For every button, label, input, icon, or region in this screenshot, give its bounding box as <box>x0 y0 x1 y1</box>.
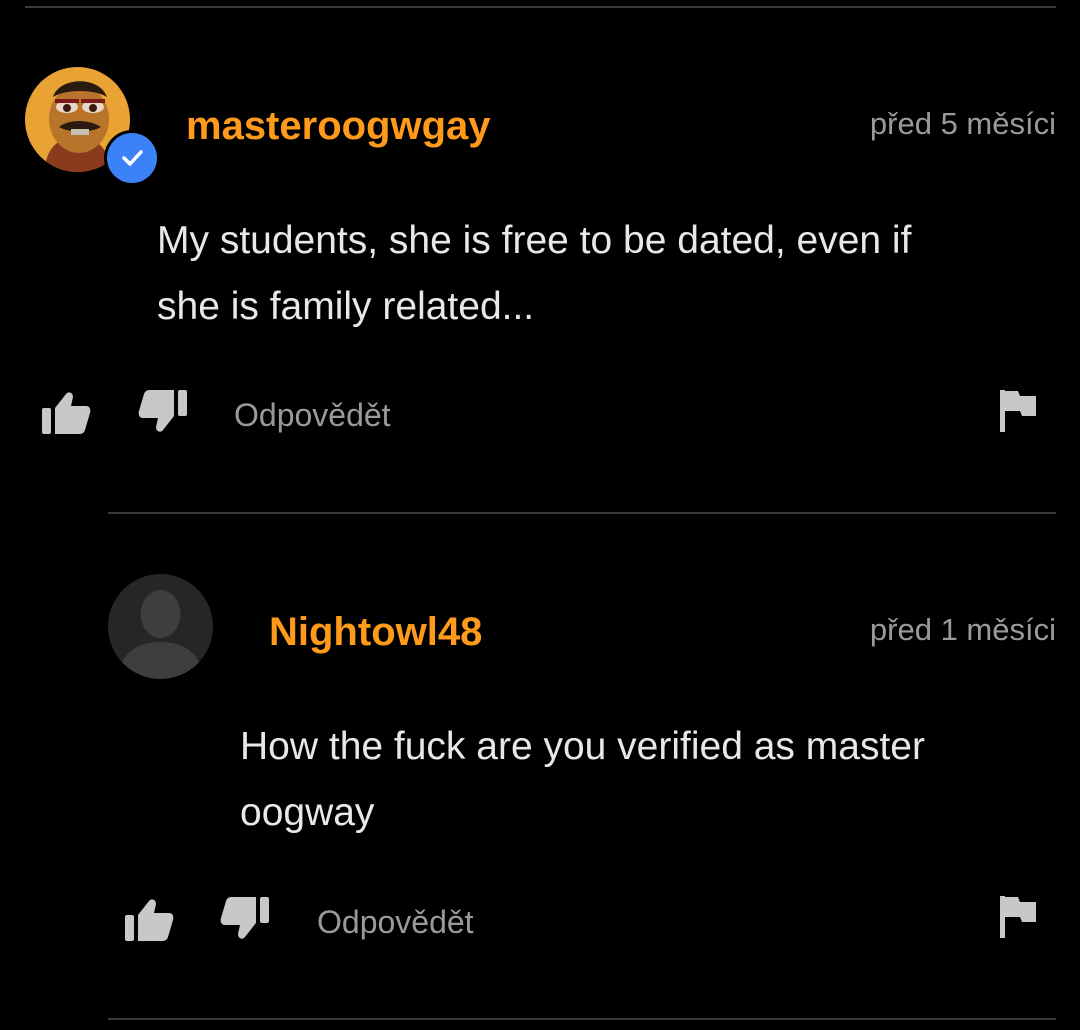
flag-icon[interactable] <box>998 388 1038 434</box>
checkmark-icon <box>122 150 143 166</box>
timestamp: před 5 měsíci <box>869 106 1056 141</box>
flag-icon[interactable] <box>998 894 1038 940</box>
comment-divider <box>108 512 1056 514</box>
verified-badge <box>107 133 157 183</box>
thumbs-up-icon[interactable] <box>123 897 175 943</box>
timestamp: před 1 měsíci <box>869 612 1056 647</box>
username[interactable]: masteroogwgay <box>186 104 491 149</box>
thumbs-up-icon[interactable] <box>40 390 92 436</box>
bottom-divider <box>108 1018 1056 1020</box>
thumbs-down-icon[interactable] <box>137 388 189 434</box>
comment-line-2: she is family related... <box>157 285 535 328</box>
comment-line-1: How the fuck are you verified as master <box>240 725 925 768</box>
username[interactable]: Nightowl48 <box>269 610 482 655</box>
comment-body: My students, she is free to be dated, ev… <box>157 208 1057 340</box>
thumbs-down-icon[interactable] <box>219 895 271 941</box>
comment-line-2: oogway <box>240 791 375 834</box>
avatar-nightowl48[interactable] <box>108 574 213 679</box>
comment-line-1: My students, she is free to be dated, ev… <box>157 219 912 262</box>
reply-link[interactable]: Odpovědět <box>234 397 391 434</box>
comment-body: How the fuck are you verified as master … <box>240 714 1060 846</box>
default-user-icon <box>108 574 213 679</box>
top-divider <box>25 6 1056 8</box>
reply-link[interactable]: Odpovědět <box>317 904 474 941</box>
